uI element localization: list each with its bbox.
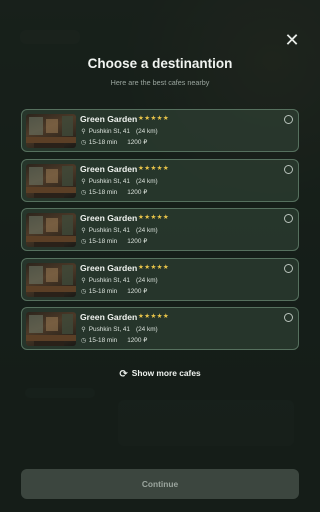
cafe-name: Green Garden bbox=[80, 114, 138, 124]
cafe-card[interactable]: Green Garden ★★★★★ ⚲ Pushkin St, 41 (24 k… bbox=[21, 257, 299, 301]
cafe-time: 15-18 min bbox=[88, 188, 118, 196]
cafe-thumbnail bbox=[26, 163, 76, 198]
cafe-address-row: ⚲ Pushkin St, 41 (24 km) bbox=[80, 177, 158, 185]
cafe-card[interactable]: Green Garden ★★★★★ ⚲ Pushkin St, 41 (24 k… bbox=[21, 208, 299, 251]
destination-modal: ✕ Choose a destinantion Here are the bes… bbox=[0, 0, 320, 512]
cafe-address: Pushkin St, 41 bbox=[88, 177, 130, 185]
cafe-card[interactable]: Green Garden ★★★★★ ⚲ Pushkin St, 41 (24 k… bbox=[21, 158, 299, 202]
cafe-time: 15-18 min bbox=[88, 139, 118, 146]
cafe-list: Green Garden ★★★★★ ⚲ Pushkin St, 41 (24 k… bbox=[21, 109, 299, 357]
rating-stars: ★★★★★ bbox=[138, 214, 170, 221]
cafe-price: 1200 ₽ bbox=[127, 139, 148, 146]
cafe-time: 15-18 min bbox=[88, 337, 118, 344]
modal-title: Choose a destinantion bbox=[87, 56, 233, 71]
cafe-distance: (24 km) bbox=[136, 276, 158, 284]
cafe-name: Green Garden bbox=[80, 213, 138, 223]
radio-button[interactable] bbox=[284, 115, 293, 124]
location-pin-icon: ⚲ bbox=[81, 277, 86, 284]
rating-stars: ★★★★★ bbox=[138, 263, 170, 271]
cafe-distance: (24 km) bbox=[136, 227, 158, 234]
cafe-name: Green Garden bbox=[80, 163, 138, 174]
location-pin-icon: ⚲ bbox=[81, 228, 86, 234]
cafe-time-row: ◷ 15-18 min 1200 ₽ bbox=[80, 138, 147, 146]
cafe-address: Pushkin St, 41 bbox=[88, 227, 130, 234]
cafe-address-row: ⚲ Pushkin St, 41 (24 km) bbox=[80, 276, 158, 284]
location-pin-icon: ⚲ bbox=[81, 178, 86, 185]
clock-icon: ◷ bbox=[80, 189, 87, 196]
refresh-icon: ⟳ bbox=[119, 369, 128, 380]
cafe-price: 1200 ₽ bbox=[127, 337, 148, 344]
cafe-thumbnail bbox=[26, 312, 76, 346]
rating-stars: ★★★★★ bbox=[138, 313, 170, 320]
cafe-time: 15-18 min bbox=[88, 238, 118, 245]
continue-button[interactable]: Continue bbox=[21, 469, 299, 499]
cafe-card[interactable]: Green Garden ★★★★★ ⚲ Pushkin St, 41 (24 k… bbox=[21, 307, 299, 350]
cafe-address: Pushkin St, 41 bbox=[88, 326, 130, 333]
radio-button[interactable] bbox=[284, 164, 293, 174]
cafe-name: Green Garden bbox=[80, 312, 138, 322]
cafe-distance: (24 km) bbox=[136, 326, 158, 333]
cafe-address-row: ⚲ Pushkin St, 41 (24 km) bbox=[80, 326, 158, 333]
show-more-label: Show more cafes bbox=[131, 368, 201, 378]
close-icon[interactable]: ✕ bbox=[284, 31, 300, 49]
cafe-address: Pushkin St, 41 bbox=[88, 128, 130, 135]
location-pin-icon: ⚲ bbox=[81, 327, 86, 333]
rating-stars: ★★★★★ bbox=[138, 115, 170, 122]
cafe-address-row: ⚲ Pushkin St, 41 (24 km) bbox=[80, 227, 158, 234]
radio-button[interactable] bbox=[284, 214, 293, 223]
clock-icon: ◷ bbox=[80, 338, 87, 344]
show-more-cafes-button[interactable]: ⟳ Show more cafes bbox=[0, 368, 320, 380]
cafe-thumbnail bbox=[26, 114, 76, 148]
radio-button[interactable] bbox=[284, 263, 293, 273]
cafe-price: 1200 ₽ bbox=[127, 188, 148, 196]
cafe-address: Pushkin St, 41 bbox=[88, 276, 130, 284]
rating-stars: ★★★★★ bbox=[138, 164, 170, 172]
cafe-time-row: ◷ 15-18 min 1200 ₽ bbox=[80, 336, 147, 344]
cafe-price: 1200 ₽ bbox=[127, 287, 148, 295]
cafe-time-row: ◷ 15-18 min 1200 ₽ bbox=[80, 287, 147, 295]
clock-icon: ◷ bbox=[80, 239, 87, 245]
cafe-name: Green Garden bbox=[80, 262, 138, 273]
clock-icon: ◷ bbox=[80, 288, 87, 295]
cafe-distance: (24 km) bbox=[136, 177, 158, 185]
cafe-time: 15-18 min bbox=[88, 287, 118, 295]
cafe-address-row: ⚲ Pushkin St, 41 (24 km) bbox=[80, 128, 158, 135]
cafe-price: 1200 ₽ bbox=[127, 238, 148, 245]
cafe-card[interactable]: Green Garden ★★★★★ ⚲ Pushkin St, 41 (24 k… bbox=[21, 109, 299, 152]
location-pin-icon: ⚲ bbox=[81, 129, 86, 135]
modal-subtitle: Here are the best cafes nearby bbox=[110, 78, 210, 87]
cafe-thumbnail bbox=[26, 262, 76, 297]
cafe-distance: (24 km) bbox=[136, 128, 158, 135]
clock-icon: ◷ bbox=[80, 140, 87, 146]
cafe-thumbnail bbox=[26, 213, 76, 247]
cafe-time-row: ◷ 15-18 min 1200 ₽ bbox=[80, 188, 147, 196]
cafe-time-row: ◷ 15-18 min 1200 ₽ bbox=[80, 237, 147, 245]
radio-button[interactable] bbox=[284, 313, 293, 322]
